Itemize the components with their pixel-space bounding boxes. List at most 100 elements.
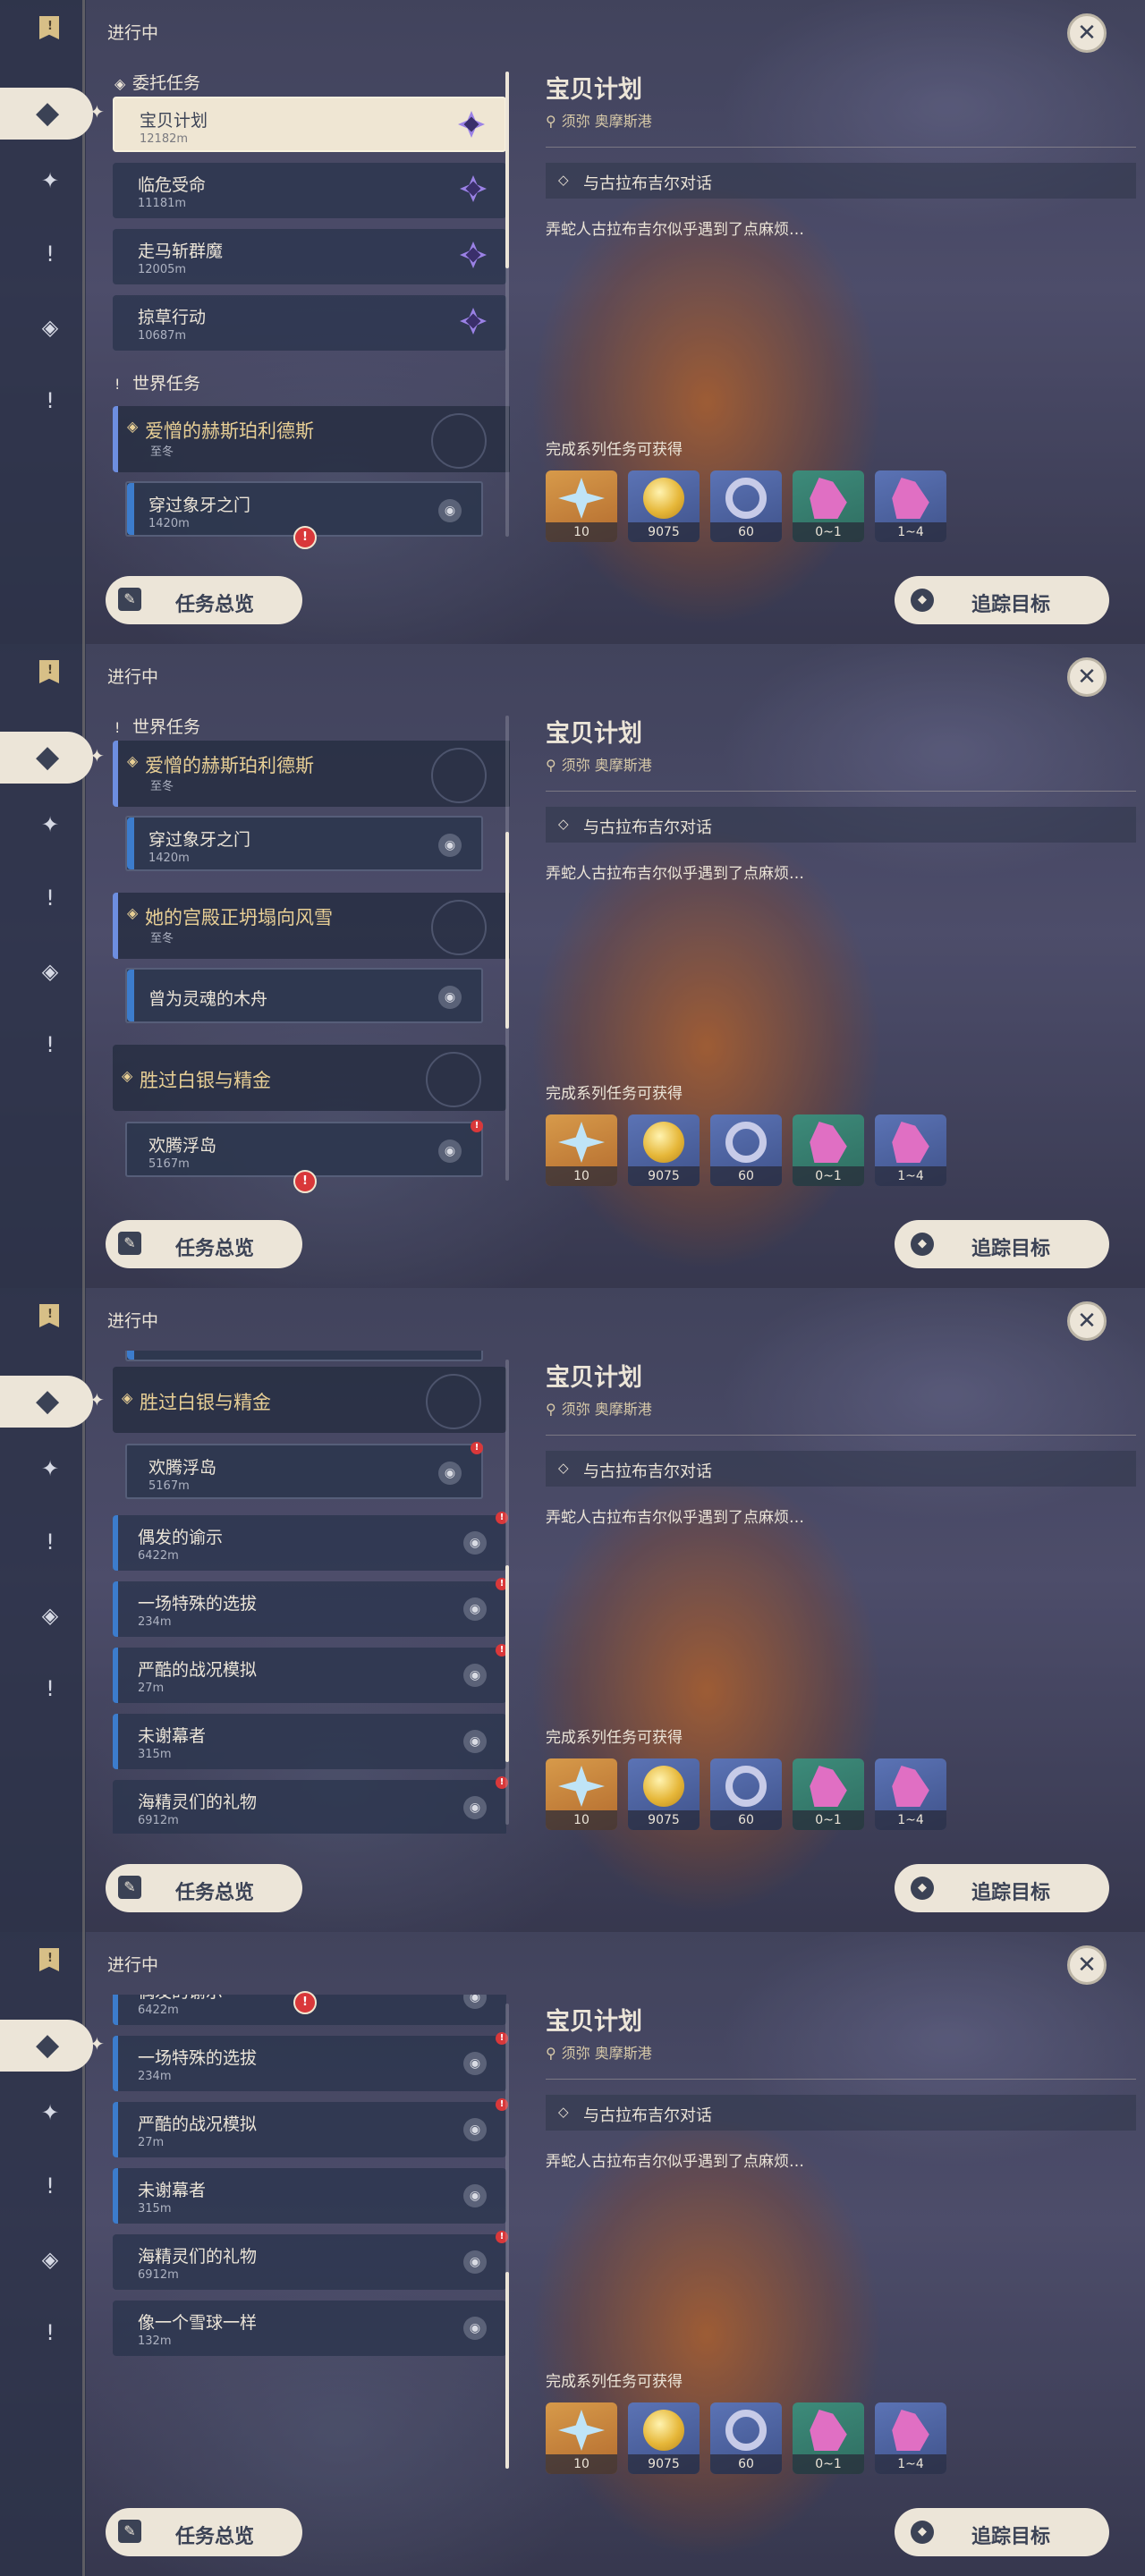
reward-crystal[interactable]: 0~1: [793, 1114, 864, 1186]
reward-crystal-cluster[interactable]: 1~4: [875, 1758, 946, 1830]
quest-list-viewport[interactable]: ◈ 委托任务 宝贝计划 12182m 临危受命 11181m 走马斩群魔 12005m …: [98, 63, 510, 546]
quest-series-aizeng[interactable]: ◈ 爱憎的赫斯珀利德斯 至冬: [113, 741, 510, 807]
quest-item-teshu[interactable]: 一场特殊的选拔 234m ◉!: [113, 1578, 508, 1637]
quest-item-muxie[interactable]: 未谢幕者 315m ◉: [113, 2168, 506, 2224]
scroll-thumb[interactable]: [505, 1565, 509, 1762]
quest-item-huanteng[interactable]: 欢腾浮岛 5167m ◉!: [125, 1120, 483, 1177]
quest-flag-icon[interactable]: !: [39, 16, 59, 39]
reward-mora[interactable]: 9075: [628, 470, 700, 542]
reward-crystal-cluster[interactable]: 1~4: [875, 1114, 946, 1186]
sidebar-tab-world-icon[interactable]: !: [34, 2170, 66, 2202]
location-pin-icon[interactable]: ◉: [438, 986, 462, 1009]
quest-item-haijing[interactable]: 海精灵们的礼物 6912m ◉!: [113, 2231, 508, 2290]
sidebar-tab-world-icon[interactable]: !: [34, 882, 66, 914]
quest-item-linwei[interactable]: 临危受命 11181m: [113, 163, 506, 218]
quest-overview-button[interactable]: ✎ 任务总览: [106, 2508, 302, 2556]
reward-crystal[interactable]: 0~1: [793, 1758, 864, 1830]
reward-fellowship[interactable]: 60: [710, 1758, 782, 1830]
reward-primogem[interactable]: 10: [546, 1758, 617, 1830]
sidebar-tab-legend-icon[interactable]: ◈: [34, 955, 66, 987]
quest-overview-button[interactable]: ✎ 任务总览: [106, 576, 302, 624]
location-pin-icon[interactable]: ◉: [438, 1462, 462, 1485]
sidebar-tab-legend-icon[interactable]: ◈: [34, 311, 66, 343]
location-pin-icon[interactable]: ◉: [463, 2317, 487, 2340]
track-target-button[interactable]: ◆ 追踪目标: [895, 2508, 1109, 2556]
quest-item-huanteng[interactable]: 欢腾浮岛 5167m ◉!: [125, 1442, 483, 1499]
sidebar-tab-commission-active[interactable]: ◆ ✦: [0, 2020, 105, 2072]
location-pin-icon[interactable]: ◉: [463, 2184, 487, 2207]
location-pin-icon[interactable]: ◉: [463, 1531, 487, 1555]
quest-item-zouma[interactable]: 走马斩群魔 12005m: [113, 229, 506, 284]
sidebar-tab-event-icon[interactable]: !: [34, 1673, 66, 1705]
location-pin-icon[interactable]: ◉: [463, 1730, 487, 1753]
quest-item-haijing[interactable]: 海精灵们的礼物 6912m ◉!: [113, 1776, 508, 1834]
quest-item-teshu[interactable]: 一场特殊的选拔 234m ◉!: [113, 2032, 508, 2091]
reward-fellowship[interactable]: 60: [710, 1114, 782, 1186]
reward-primogem[interactable]: 10: [546, 2402, 617, 2474]
quest-series-baiyin[interactable]: ◈ 胜过白银与精金: [113, 1367, 506, 1433]
reward-fellowship[interactable]: 60: [710, 470, 782, 542]
sidebar-tab-commission-active[interactable]: ◆ ✦: [0, 1376, 105, 1428]
quest-item-xueqiu[interactable]: 像一个雪球一样 132m ◉: [113, 2301, 506, 2356]
location-pin-icon[interactable]: ◉: [463, 2250, 487, 2274]
quest-overview-button[interactable]: ✎ 任务总览: [106, 1864, 302, 1912]
location-pin-icon[interactable]: ◉: [463, 1664, 487, 1687]
location-pin-icon[interactable]: ◉: [463, 2118, 487, 2141]
scroll-thumb[interactable]: [505, 72, 509, 268]
sidebar-tab-world-icon[interactable]: !: [34, 1526, 66, 1558]
quest-item-oufa[interactable]: 偶发的谕示 6422m ◉!: [113, 1512, 508, 1571]
location-pin-icon[interactable]: ◉: [463, 2052, 487, 2075]
sidebar-tab-event-icon[interactable]: !: [34, 385, 66, 417]
quest-series-baiyin[interactable]: ◈ 胜过白银与精金: [113, 1045, 506, 1111]
sidebar-tab-event-icon[interactable]: !: [34, 1029, 66, 1061]
location-pin-icon[interactable]: ◉: [438, 499, 462, 522]
sidebar-tab-legend-icon[interactable]: ◈: [34, 2243, 66, 2275]
quest-scrollbar[interactable]: [505, 716, 509, 1181]
quest-item-muxie[interactable]: 未谢幕者 315m ◉: [113, 1714, 506, 1769]
sidebar-tab-archon-icon[interactable]: ✦: [34, 1453, 66, 1485]
sidebar-tab-commission-active[interactable]: ◆ ✦: [0, 88, 105, 140]
location-pin-icon[interactable]: ◉: [463, 1796, 487, 1819]
reward-primogem[interactable]: 10: [546, 470, 617, 542]
quest-item-xiang[interactable]: 穿过象牙之门 1420m ◉: [125, 816, 483, 871]
location-pin-icon[interactable]: ◉: [463, 1597, 487, 1621]
reward-mora[interactable]: 9075: [628, 2402, 700, 2474]
reward-crystal-cluster[interactable]: 1~4: [875, 470, 946, 542]
quest-flag-icon[interactable]: !: [39, 1304, 59, 1327]
quest-item-yanku[interactable]: 严酷的战况模拟 27m ◉!: [113, 1644, 508, 1703]
quest-item-partial[interactable]: [125, 1351, 483, 1361]
scroll-thumb[interactable]: [505, 832, 509, 1029]
sidebar-tab-archon-icon[interactable]: ✦: [34, 165, 66, 197]
reward-fellowship[interactable]: 60: [710, 2402, 782, 2474]
quest-list-viewport[interactable]: ◈ 胜过白银与精金 欢腾浮岛 5167m ◉! 偶发的谕示 6422m ◉! 一场特殊的选…: [98, 1351, 510, 1834]
quest-scrollbar[interactable]: [505, 2004, 509, 2469]
sidebar-tab-event-icon[interactable]: !: [34, 2317, 66, 2349]
reward-crystal-cluster[interactable]: 1~4: [875, 2402, 946, 2474]
quest-scrollbar[interactable]: [505, 72, 509, 537]
track-target-button[interactable]: ◆ 追踪目标: [895, 1220, 1109, 1268]
location-pin-icon[interactable]: ◉: [438, 834, 462, 857]
sidebar-tab-legend-icon[interactable]: ◈: [34, 1599, 66, 1631]
sidebar-tab-commission-active[interactable]: ◆ ✦: [0, 732, 105, 784]
reward-primogem[interactable]: 10: [546, 1114, 617, 1186]
quest-overview-button[interactable]: ✎ 任务总览: [106, 1220, 302, 1268]
quest-item-luecao[interactable]: 掠草行动 10687m: [113, 295, 506, 351]
reward-mora[interactable]: 9075: [628, 1758, 700, 1830]
scroll-thumb[interactable]: [505, 2272, 509, 2469]
quest-scrollbar[interactable]: [505, 1360, 509, 1825]
location-pin-icon[interactable]: ◉: [438, 1140, 462, 1163]
quest-item-baobei[interactable]: 宝贝计划 12182m: [113, 97, 506, 152]
track-target-button[interactable]: ◆ 追踪目标: [895, 1864, 1109, 1912]
quest-flag-icon[interactable]: !: [39, 1948, 59, 1971]
quest-series-aizeng[interactable]: ◈ 爱憎的赫斯珀利德斯 至冬: [113, 406, 510, 472]
location-pin-icon[interactable]: ◉: [463, 1995, 487, 2009]
quest-flag-icon[interactable]: !: [39, 660, 59, 683]
reward-crystal[interactable]: 0~1: [793, 470, 864, 542]
quest-item-yanku[interactable]: 严酷的战况模拟 27m ◉!: [113, 2098, 508, 2157]
quest-series-gongdian[interactable]: ◈ 她的宫殿正坍塌向风雪 至冬: [113, 893, 510, 959]
sidebar-tab-archon-icon[interactable]: ✦: [34, 2097, 66, 2129]
quest-list-viewport[interactable]: ! 世界任务 ◈ 爱憎的赫斯珀利德斯 至冬 穿过象牙之门 1420m ◉ ◈ 她的宫殿正坍塌…: [98, 707, 510, 1190]
sidebar-tab-archon-icon[interactable]: ✦: [34, 809, 66, 841]
sidebar-tab-world-icon[interactable]: !: [34, 238, 66, 270]
quest-item-muzhou[interactable]: 曾为灵魂的木舟 ◉: [125, 968, 483, 1023]
